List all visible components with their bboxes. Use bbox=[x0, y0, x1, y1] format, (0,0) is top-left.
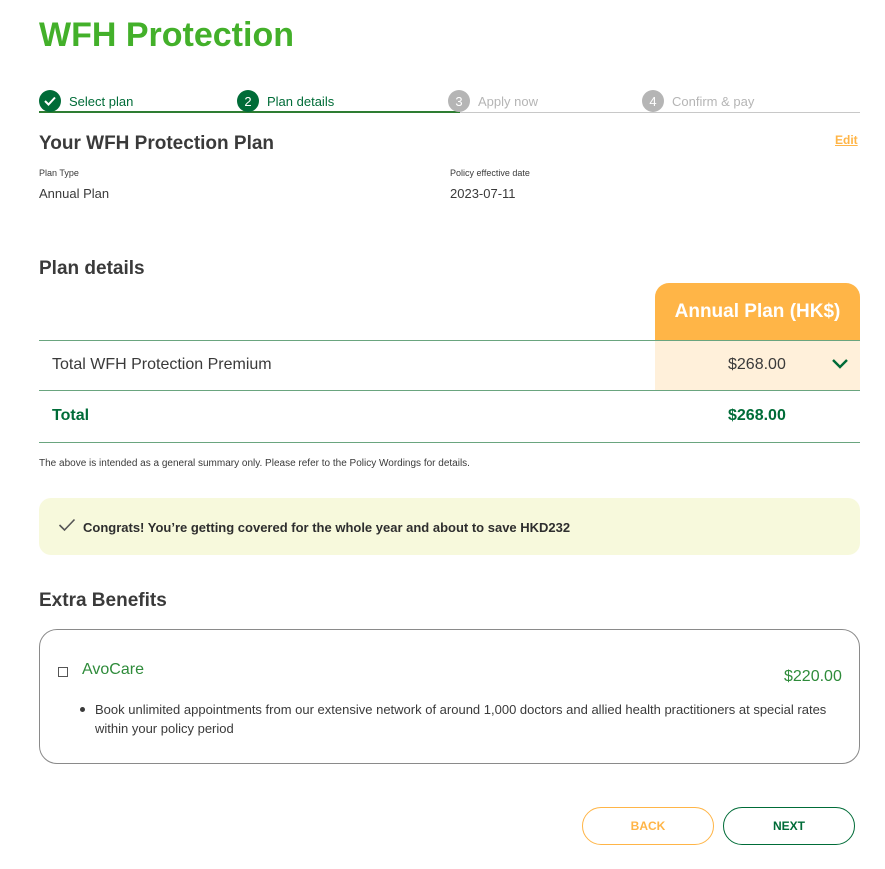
effective-date-label: Policy effective date bbox=[450, 168, 530, 178]
table-divider bbox=[39, 442, 860, 443]
list-item: Book unlimited appointments from our ext… bbox=[80, 700, 840, 738]
step-select-plan[interactable]: Select plan bbox=[39, 90, 133, 112]
step-number: 4 bbox=[642, 90, 664, 112]
total-value: $268.00 bbox=[728, 407, 786, 424]
total-label: Total bbox=[52, 407, 90, 424]
plan-summary-heading: Your WFH Protection Plan bbox=[39, 133, 275, 154]
benefit-card-avocare: AvoCare $220.00 Book unlimited appointme… bbox=[39, 629, 860, 764]
step-label: Plan details bbox=[267, 93, 335, 109]
plan-type-value: Annual Plan bbox=[39, 186, 110, 201]
table-divider bbox=[39, 390, 860, 391]
premium-row-label: Total WFH Protection Premium bbox=[52, 356, 272, 373]
step-apply-now: 3 Apply now bbox=[448, 90, 538, 112]
benefit-checkbox[interactable] bbox=[58, 667, 68, 677]
chevron-down-icon[interactable] bbox=[831, 357, 849, 371]
benefit-name: AvoCare bbox=[82, 661, 144, 678]
back-button[interactable]: BACK bbox=[582, 807, 714, 845]
check-icon bbox=[58, 518, 76, 532]
step-number: 2 bbox=[237, 90, 259, 112]
bullet-icon bbox=[80, 707, 85, 712]
step-number: 3 bbox=[448, 90, 470, 112]
plan-details-heading: Plan details bbox=[39, 258, 145, 279]
disclaimer-text: The above is intended as a general summa… bbox=[39, 458, 470, 469]
check-icon bbox=[39, 90, 61, 112]
page-title: WFH Protection bbox=[39, 16, 294, 54]
step-label: Apply now bbox=[478, 93, 538, 109]
plan-type-label: Plan Type bbox=[39, 168, 79, 178]
effective-date-value: 2023-07-11 bbox=[450, 186, 516, 201]
benefit-points: Book unlimited appointments from our ext… bbox=[80, 700, 840, 738]
extra-benefits-heading: Extra Benefits bbox=[39, 590, 167, 611]
premium-row-value: $268.00 bbox=[728, 356, 786, 373]
congrats-text: Congrats! You’re getting covered for the… bbox=[83, 520, 571, 535]
progress-stepper: Select plan 2 Plan details 3 Apply now 4… bbox=[39, 88, 860, 114]
benefit-point-text: Book unlimited appointments from our ext… bbox=[95, 702, 827, 736]
next-button[interactable]: NEXT bbox=[723, 807, 855, 845]
congrats-banner: Congrats! You’re getting covered for the… bbox=[39, 498, 860, 555]
step-plan-details: 2 Plan details bbox=[237, 90, 334, 112]
step-label: Confirm & pay bbox=[672, 93, 755, 109]
benefit-price: $220.00 bbox=[784, 668, 842, 685]
step-label: Select plan bbox=[69, 93, 134, 109]
plan-column-header: Annual Plan (HK$) bbox=[655, 283, 860, 341]
edit-link[interactable]: Edit bbox=[835, 133, 858, 147]
step-confirm-pay: 4 Confirm & pay bbox=[642, 90, 754, 112]
